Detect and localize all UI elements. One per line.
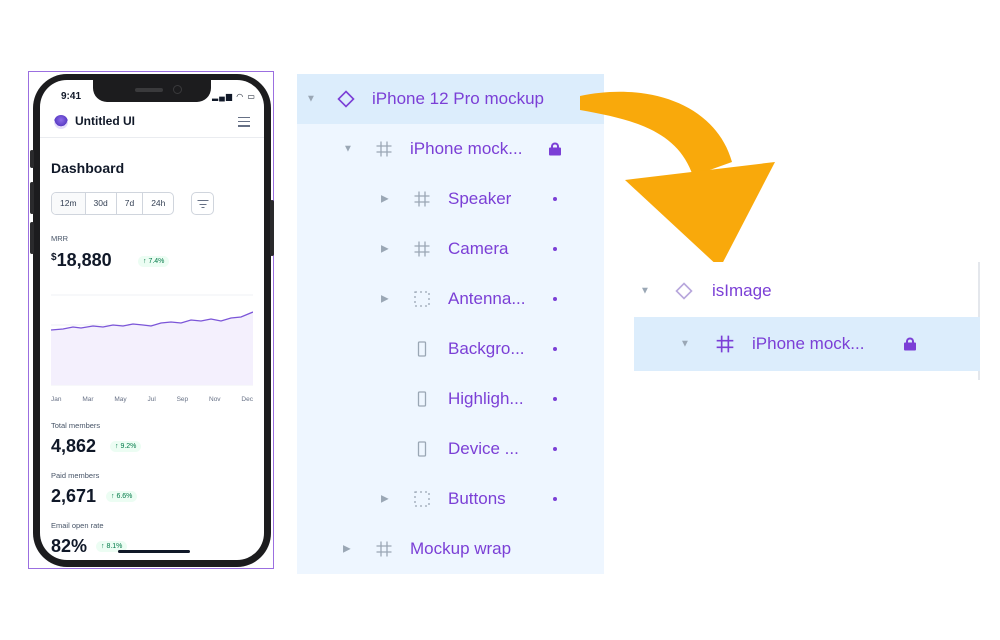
layer-label: iPhone 12 Pro mockup (372, 89, 544, 108)
filter-button[interactable] (191, 192, 214, 215)
layer-label: iPhone mock... (410, 139, 523, 158)
camera (173, 85, 182, 94)
lock-icon[interactable] (904, 337, 916, 351)
dot-indicator (553, 347, 557, 351)
frame-icon (414, 191, 430, 207)
home-indicator (118, 550, 190, 553)
layer-row-speaker[interactable]: ▶ Speaker (297, 174, 604, 224)
caret-down-icon[interactable]: ▼ (680, 339, 690, 350)
tab-24h[interactable]: 24h (143, 193, 173, 214)
caret-right-icon[interactable]: ▶ (381, 294, 389, 305)
caret-right-icon[interactable]: ▶ (381, 194, 389, 205)
dot-indicator (553, 197, 557, 201)
mrr-chart (51, 294, 253, 386)
layer-row-iphone-mock-selected[interactable]: ▼ iPhone mock... (634, 317, 980, 371)
layer-row-mockup-wrap[interactable]: ▶ Mockup wrap (297, 524, 604, 574)
speaker (135, 88, 163, 92)
layer-row-iphone-mock[interactable]: ▼ iPhone mock... (297, 124, 604, 174)
layer-label: Backgro... (448, 339, 525, 358)
phone-screen: 9:41 ▂▄▆ ◠ ▭ Untitled UI Dashboard 12m 3… (40, 80, 264, 560)
layer-row-iphone-12-pro-mockup[interactable]: ▼ iPhone 12 Pro mockup (297, 74, 604, 124)
email-open-rate-label: Email open rate (51, 521, 104, 530)
paid-members-badge: ↑ 6.6% (106, 491, 138, 502)
total-members-value: 4,862 (51, 436, 97, 456)
layer-label: Buttons (448, 489, 506, 508)
layers-panel: ▼ iPhone 12 Pro mockup ▼ iPhone mock... … (297, 74, 604, 574)
caret-right-icon[interactable]: ▶ (381, 494, 389, 505)
frame-icon (716, 335, 734, 353)
rectangle-icon (417, 391, 427, 407)
layer-label: Mockup wrap (410, 539, 512, 558)
chart-x-labels: Jan Mar May Jul Sep Nov Dec (51, 396, 253, 403)
layer-label: iPhone mock... (752, 334, 865, 353)
mute-switch (30, 150, 34, 168)
menu-icon[interactable] (238, 117, 250, 130)
email-open-rate-value: 82% (51, 536, 88, 556)
mrr-label: MRR (51, 234, 69, 243)
status-time: 9:41 (61, 91, 82, 102)
tab-30d[interactable]: 30d (86, 193, 117, 214)
frame-icon (376, 541, 392, 557)
layer-label: isImage (712, 281, 772, 300)
dot-indicator (553, 297, 557, 301)
result-layers-panel: ▼ isImage ▼ iPhone mock... (634, 262, 980, 380)
caret-down-icon[interactable]: ▼ (306, 94, 316, 105)
volume-up-button (30, 182, 34, 214)
layer-row-background[interactable]: Backgro... (297, 324, 604, 374)
lock-icon[interactable] (549, 142, 561, 156)
dashed-frame-icon (414, 491, 430, 507)
mrr-change-badge: ↑ 7.4% (138, 256, 170, 267)
period-tabs: 12m 30d 7d 24h (51, 192, 175, 215)
layer-label: Highligh... (448, 389, 524, 408)
volume-down-button (30, 222, 34, 254)
dot-indicator (553, 447, 557, 451)
logo-icon (54, 115, 68, 129)
layer-label: Antenna... (448, 289, 526, 308)
component-icon (675, 282, 693, 300)
tab-7d[interactable]: 7d (117, 193, 144, 214)
total-members-label: Total members (51, 421, 101, 430)
curved-arrow-icon (580, 91, 775, 268)
app-title: Untitled UI (75, 114, 135, 128)
rectangle-icon (417, 441, 427, 457)
caret-right-icon[interactable]: ▶ (343, 544, 351, 555)
status-icons: ▂▄▆ ◠ ▭ (212, 92, 256, 101)
component-icon (337, 90, 355, 108)
caret-down-icon[interactable]: ▼ (640, 286, 650, 297)
paid-members-label: Paid members (51, 471, 100, 480)
layer-row-highlight[interactable]: Highligh... (297, 374, 604, 424)
total-members-badge: ↑ 9.2% (110, 441, 142, 452)
notch (93, 80, 211, 102)
layer-row-device[interactable]: Device ... (297, 424, 604, 474)
dot-indicator (553, 397, 557, 401)
app-header: Untitled UI (40, 110, 264, 138)
page-title: Dashboard (51, 160, 125, 176)
rectangle-icon (417, 341, 427, 357)
tab-12m[interactable]: 12m (52, 193, 86, 214)
layer-label: Device ... (448, 439, 519, 458)
layer-label: Camera (448, 239, 509, 258)
dashed-frame-icon (414, 291, 430, 307)
layer-row-antenna[interactable]: ▶ Antenna... (297, 274, 604, 324)
mrr-value: $18,880 (51, 250, 112, 270)
paid-members-value: 2,671 (51, 486, 97, 506)
dot-indicator (553, 497, 557, 501)
caret-right-icon[interactable]: ▶ (381, 244, 389, 255)
dot-indicator (553, 247, 557, 251)
layer-row-isimage[interactable]: ▼ isImage (634, 264, 980, 318)
caret-down-icon[interactable]: ▼ (343, 144, 353, 155)
layer-label: Speaker (448, 189, 512, 208)
power-button (270, 200, 274, 256)
layer-row-camera[interactable]: ▶ Camera (297, 224, 604, 274)
layer-row-buttons[interactable]: ▶ Buttons (297, 474, 604, 524)
frame-icon (414, 241, 430, 257)
frame-icon (376, 141, 392, 157)
